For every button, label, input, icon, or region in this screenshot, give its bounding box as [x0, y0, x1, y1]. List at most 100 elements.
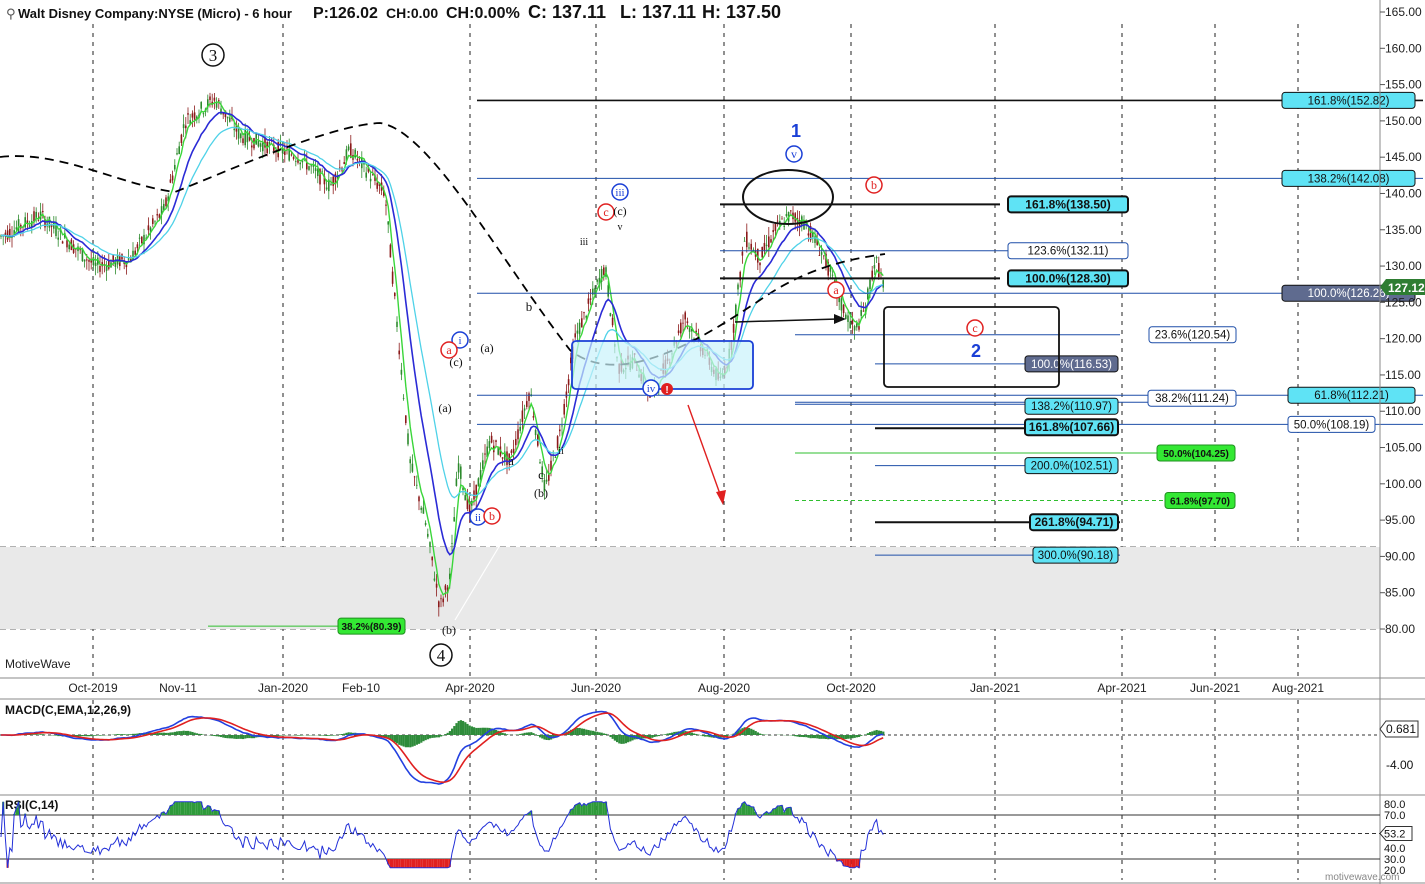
- macd-histogram-bar: [233, 735, 236, 739]
- macd-histogram-bar: [873, 730, 876, 735]
- candle-body: [242, 138, 244, 144]
- candle-body: [735, 304, 737, 316]
- macd-histogram-bar: [338, 734, 341, 735]
- macd-histogram-bar: [847, 735, 850, 739]
- candle-body: [413, 476, 416, 478]
- candle-body: [495, 440, 497, 443]
- wave-label-text: a: [833, 283, 839, 297]
- candle-body: [200, 102, 202, 109]
- macd-histogram-bar: [860, 735, 863, 736]
- rsi-tick-label: 70.0: [1384, 810, 1405, 822]
- candle-body: [488, 441, 491, 449]
- macd-histogram-bar: [576, 728, 579, 735]
- candle-body: [409, 459, 411, 464]
- candle-body: [147, 225, 150, 231]
- candle-body: [563, 403, 565, 415]
- macd-histogram-bar: [530, 732, 533, 735]
- macd-histogram-bar: [653, 735, 656, 737]
- candle-body: [490, 435, 493, 443]
- price-tick-label: 105.00: [1385, 441, 1422, 455]
- macd-histogram-bar: [129, 734, 132, 735]
- candle-body: [609, 313, 612, 317]
- candle-body: [290, 154, 293, 156]
- wave-label-text: v: [791, 147, 797, 161]
- candle-body: [68, 244, 70, 250]
- macd-histogram-bar: [475, 727, 478, 735]
- macd-histogram-bar: [690, 732, 693, 735]
- macd-histogram-bar: [695, 733, 698, 735]
- candle-body: [878, 263, 880, 278]
- macd-histogram-bar: [481, 727, 484, 735]
- macd-histogram-bar: [127, 734, 130, 735]
- macd-histogram-bar: [158, 732, 161, 735]
- candle-body: [55, 225, 57, 237]
- macd-histogram-bar: [83, 735, 86, 737]
- macd-histogram-bar: [451, 728, 454, 735]
- macd-histogram-bar: [464, 722, 467, 735]
- macd-histogram-bar: [246, 735, 249, 739]
- macd-histogram-bar: [809, 735, 812, 739]
- macd-histogram-bar: [657, 735, 660, 737]
- low-readout: L: 137.11: [620, 2, 696, 22]
- macd-histogram-bar: [224, 735, 227, 739]
- wave-iii-marker: iii: [611, 183, 629, 201]
- macd-histogram-bar: [855, 735, 858, 738]
- candle-body: [321, 170, 323, 172]
- macd-histogram-bar: [325, 735, 328, 737]
- price-tick-label: 160.00: [1385, 41, 1422, 55]
- fib-label-text: 161.8%(107.66): [1029, 420, 1114, 434]
- candle-body: [176, 153, 178, 155]
- arrow-head-icon: [834, 314, 846, 324]
- macd-histogram-bar: [589, 730, 592, 735]
- macd-histogram-bar: [459, 720, 462, 735]
- macd-histogram-bar: [92, 735, 95, 736]
- macd-histogram-bar: [400, 735, 403, 746]
- candle-body: [127, 258, 130, 260]
- macd-histogram-bar: [211, 735, 214, 736]
- candle-body: [688, 327, 691, 332]
- macd-histogram-bar: [220, 735, 223, 738]
- macd-histogram-bar: [239, 735, 242, 739]
- macd-histogram-bar: [33, 734, 36, 735]
- macd-histogram-bar: [341, 734, 344, 735]
- chart-canvas[interactable]: 161.8%(152.82) 138.2%(142.08) 161.8%(138.5…: [0, 0, 1425, 884]
- macd-histogram-bar: [217, 735, 220, 737]
- price-tick-label: 150.00: [1385, 114, 1422, 128]
- macd-histogram-bar: [805, 735, 808, 738]
- macd-histogram-bar: [468, 725, 471, 735]
- macd-histogram-bar: [433, 735, 436, 738]
- time-tick-label: Jan-2020: [258, 681, 308, 695]
- fib-label-text: 61.8%(112.21): [1314, 390, 1389, 402]
- macd-histogram-bar: [521, 733, 524, 735]
- candle-body: [592, 288, 594, 295]
- candle-body: [829, 267, 832, 272]
- change-pct-readout: CH:0.00%: [446, 5, 520, 22]
- macd-histogram-bar: [844, 735, 847, 740]
- macd-histogram-bar: [853, 735, 856, 738]
- macd-histogram-bar: [200, 733, 203, 735]
- macd-histogram-bar: [591, 730, 594, 735]
- macd-histogram-bar: [596, 731, 599, 735]
- macd-histogram-bar: [536, 735, 539, 736]
- candle-body: [576, 330, 579, 334]
- wave-sub-label: iii: [580, 237, 589, 248]
- macd-histogram-bar: [116, 733, 119, 735]
- candle-body: [332, 176, 334, 186]
- wave-4-marker: 4: [429, 643, 453, 667]
- price-tick-label: 115.00: [1385, 368, 1421, 382]
- macd-histogram-bar: [446, 732, 449, 735]
- macd-histogram-bar: [184, 730, 187, 735]
- macd-histogram-bar: [600, 732, 603, 735]
- candle-body: [451, 542, 453, 544]
- candle-body: [763, 242, 766, 251]
- candle-body: [209, 96, 211, 100]
- macd-histogram-bar: [587, 729, 590, 735]
- fib-label-text: 138.2%(142.08): [1308, 173, 1390, 185]
- rsi-tick-label: 53.2: [1384, 828, 1405, 840]
- link-icon[interactable]: ⚲: [6, 6, 16, 21]
- candle-body: [387, 221, 389, 225]
- macd-histogram-bar: [539, 735, 542, 738]
- candle-body: [180, 134, 183, 143]
- price-tick-label: 140.00: [1385, 186, 1422, 200]
- candle-body: [57, 237, 59, 240]
